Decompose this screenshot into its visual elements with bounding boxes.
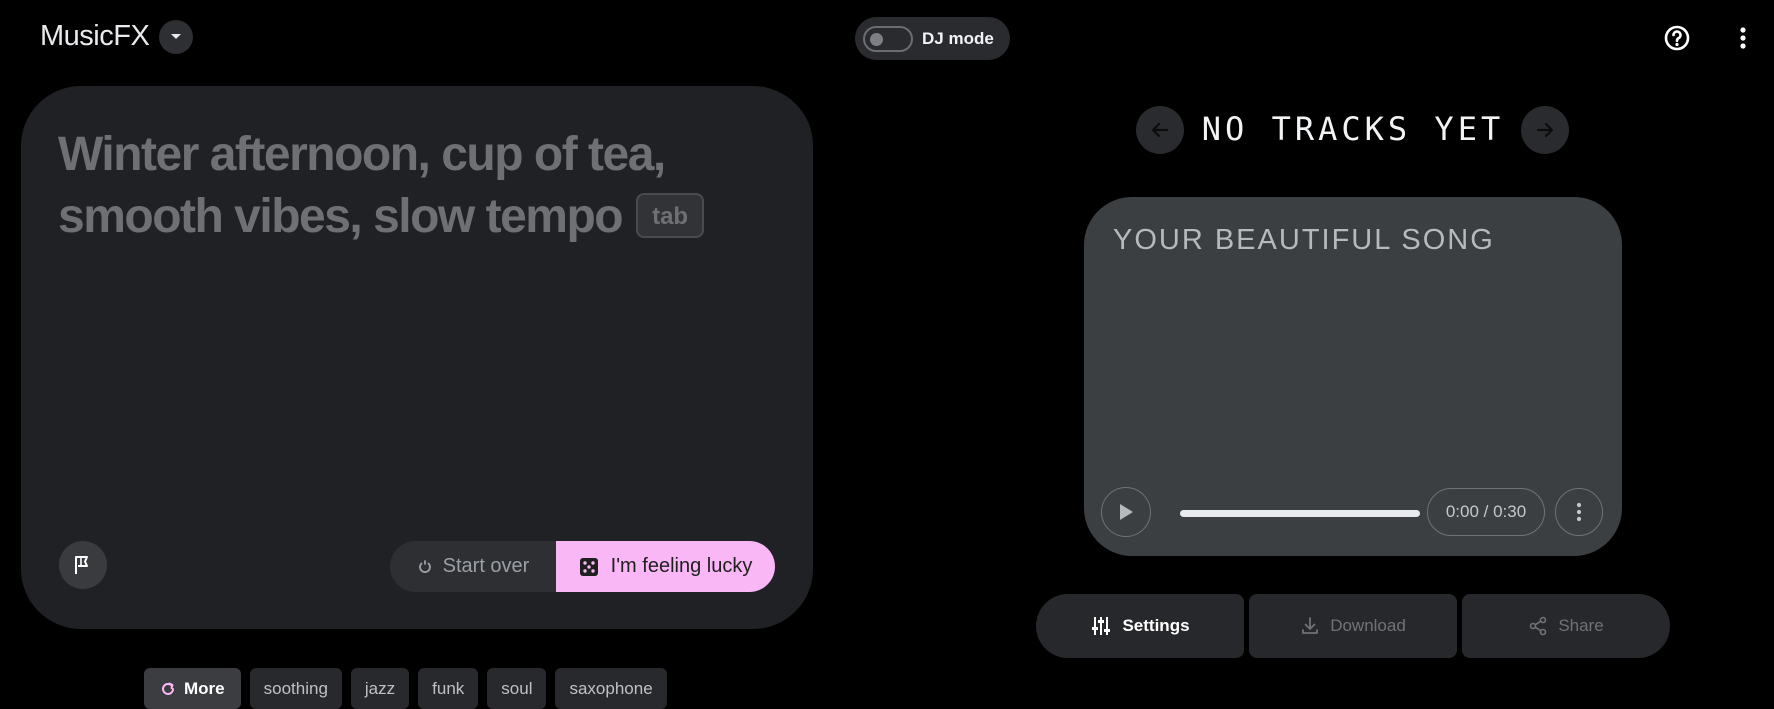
more-label: More <box>184 678 225 698</box>
settings-button[interactable]: Settings <box>1036 594 1244 658</box>
share-label: Share <box>1558 616 1604 635</box>
app-switcher-dropdown-button[interactable] <box>159 20 193 54</box>
tab-hint-chip: tab <box>636 192 705 238</box>
prompt-input[interactable]: Winter afternoon, cup of tea, smooth vib… <box>58 124 758 248</box>
settings-label: Settings <box>1122 616 1190 635</box>
start-over-button[interactable]: Start over <box>390 541 556 592</box>
dj-mode-label: DJ mode <box>922 28 994 48</box>
play-button[interactable] <box>1101 487 1151 537</box>
previous-track-button[interactable] <box>1136 106 1184 154</box>
help-button[interactable] <box>1661 22 1693 54</box>
suggestion-chip[interactable]: jazz <box>350 668 410 709</box>
help-icon <box>1664 25 1690 51</box>
suggestion-chip[interactable]: soul <box>487 668 547 709</box>
share-button[interactable]: Share <box>1462 594 1670 658</box>
play-icon <box>1120 504 1133 520</box>
refresh-icon <box>162 682 174 695</box>
tune-icon <box>1092 617 1111 635</box>
tracks-title: NO TRACKS YET <box>1201 110 1505 148</box>
caret-down-icon <box>171 34 181 39</box>
suggestion-chips: More soothing jazz funk soul saxophone <box>144 668 667 709</box>
more-options-button[interactable] <box>1733 22 1753 54</box>
next-track-button[interactable] <box>1521 106 1569 154</box>
app-title: MusicFX <box>40 20 150 52</box>
share-icon <box>1530 616 1547 636</box>
report-button[interactable] <box>59 541 107 589</box>
suggestion-chip[interactable]: funk <box>418 668 479 709</box>
dj-mode-switch[interactable] <box>863 25 913 52</box>
download-icon <box>1302 617 1319 634</box>
feeling-lucky-button[interactable]: I'm feeling lucky <box>556 541 775 592</box>
dj-mode-toggle[interactable]: DJ mode <box>855 17 1010 60</box>
song-card: YOUR BEAUTIFUL SONG 0:00 / 0:30 <box>1084 197 1622 556</box>
flag-icon <box>75 556 88 574</box>
arrow-right-icon <box>1536 122 1554 138</box>
suggestion-chip[interactable]: saxophone <box>555 668 667 709</box>
start-over-label: Start over <box>442 555 530 577</box>
playback-time: 0:00 / 0:30 <box>1427 488 1545 536</box>
playback-progress-bar[interactable] <box>1180 510 1420 517</box>
switch-knob <box>870 32 883 46</box>
suggestion-chip[interactable]: soothing <box>249 668 342 709</box>
prompt-actions: Start over I'm feeling lucky <box>390 541 775 592</box>
arrow-left-icon <box>1151 122 1169 138</box>
restart-icon <box>418 559 431 573</box>
vertical-dots-icon <box>1740 27 1746 49</box>
download-button[interactable]: Download <box>1249 594 1457 658</box>
prompt-card: Winter afternoon, cup of tea, smooth vib… <box>21 86 813 629</box>
more-suggestions-button[interactable]: More <box>144 668 241 709</box>
track-options-button[interactable] <box>1555 488 1603 536</box>
vertical-dots-icon <box>1576 502 1582 522</box>
download-label: Download <box>1330 616 1406 635</box>
track-actions: Settings Download Share <box>1036 594 1670 658</box>
dice-icon <box>579 557 598 576</box>
prompt-placeholder: Winter afternoon, cup of tea, smooth vib… <box>58 128 666 243</box>
feeling-lucky-label: I'm feeling lucky <box>610 555 753 577</box>
song-title: YOUR BEAUTIFUL SONG <box>1113 224 1495 256</box>
